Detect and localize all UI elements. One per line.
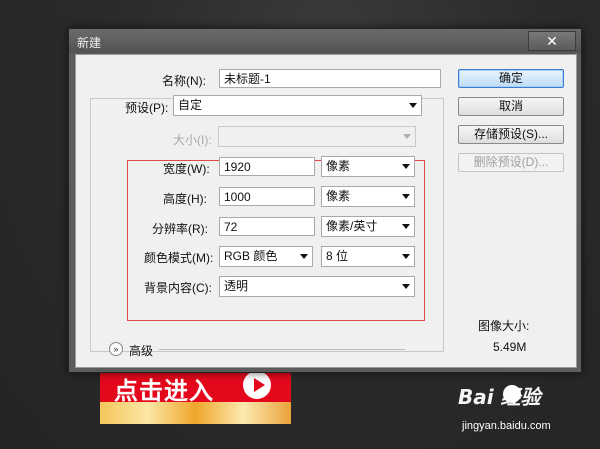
background-select[interactable]: 透明	[219, 276, 415, 297]
new-document-dialog: 新建 ✕ 名称(N): 未标题-1 预设(P): 自定 大小(I): 宽度(W)…	[68, 28, 582, 373]
resolution-label: 分辨率(R):	[152, 222, 208, 236]
delete-preset-button: 删除预设(D)...	[458, 153, 564, 172]
advanced-divider	[159, 349, 405, 350]
preset-select[interactable]: 自定	[173, 95, 422, 116]
chevron-down-icon	[402, 224, 410, 229]
height-label: 高度(H):	[163, 192, 207, 206]
title-bar: 新建 ✕	[69, 29, 581, 53]
background-label: 背景内容(C):	[144, 281, 212, 295]
resolution-unit-select[interactable]: 像素/英寸	[321, 216, 415, 237]
preset-label: 预设(P):	[123, 99, 171, 116]
image-size-title: 图像大小:	[478, 319, 530, 333]
promo-text: 点击进入	[114, 377, 214, 405]
chevron-down-icon	[402, 254, 410, 259]
width-label: 宽度(W):	[163, 162, 210, 176]
height-unit-value: 像素	[326, 189, 351, 203]
size-select	[218, 126, 416, 147]
chevron-down-icon	[402, 164, 410, 169]
chevron-down-icon	[409, 103, 417, 108]
background-value: 透明	[224, 279, 249, 293]
chevron-down-icon	[402, 194, 410, 199]
width-input[interactable]: 1920	[219, 157, 315, 176]
color-mode-label: 颜色模式(M):	[144, 251, 214, 265]
height-input[interactable]: 1000	[219, 187, 315, 206]
save-preset-button[interactable]: 存储预设(S)...	[458, 125, 564, 144]
paw-icon	[503, 385, 521, 403]
cancel-button[interactable]: 取消	[458, 97, 564, 116]
image-size-value: 5.49M	[493, 340, 527, 354]
close-button[interactable]: ✕	[528, 31, 576, 51]
window-title: 新建	[77, 36, 102, 50]
color-mode-value: RGB 颜色	[224, 249, 278, 263]
chevron-down-icon	[402, 284, 410, 289]
width-unit-value: 像素	[326, 159, 351, 173]
close-icon: ✕	[546, 33, 558, 49]
height-unit-select[interactable]: 像素	[321, 186, 415, 207]
preset-value: 自定	[178, 98, 203, 112]
chevron-down-icon	[300, 254, 308, 259]
resolution-input[interactable]: 72	[219, 217, 315, 236]
bit-depth-value: 8 位	[326, 249, 349, 263]
bit-depth-select[interactable]: 8 位	[321, 246, 415, 267]
watermark-brand: Bai 经验	[458, 385, 541, 409]
watermark-url: jingyan.baidu.com	[462, 420, 551, 432]
promo-banner[interactable]: 点击进入	[100, 368, 291, 424]
play-icon	[243, 371, 271, 399]
advanced-label[interactable]: 高级	[129, 342, 153, 359]
color-mode-select[interactable]: RGB 颜色	[219, 246, 313, 267]
resolution-unit-value: 像素/英寸	[326, 219, 378, 233]
dialog-body: 名称(N): 未标题-1 预设(P): 自定 大小(I): 宽度(W): 192…	[75, 54, 577, 368]
name-label: 名称(N):	[162, 74, 206, 88]
chevron-down-icon	[403, 134, 411, 139]
name-input[interactable]: 未标题-1	[219, 69, 441, 88]
double-chevron-down-icon[interactable]: »	[109, 342, 123, 356]
ok-button[interactable]: 确定	[458, 69, 564, 88]
width-unit-select[interactable]: 像素	[321, 156, 415, 177]
size-label: 大小(I):	[173, 133, 212, 147]
